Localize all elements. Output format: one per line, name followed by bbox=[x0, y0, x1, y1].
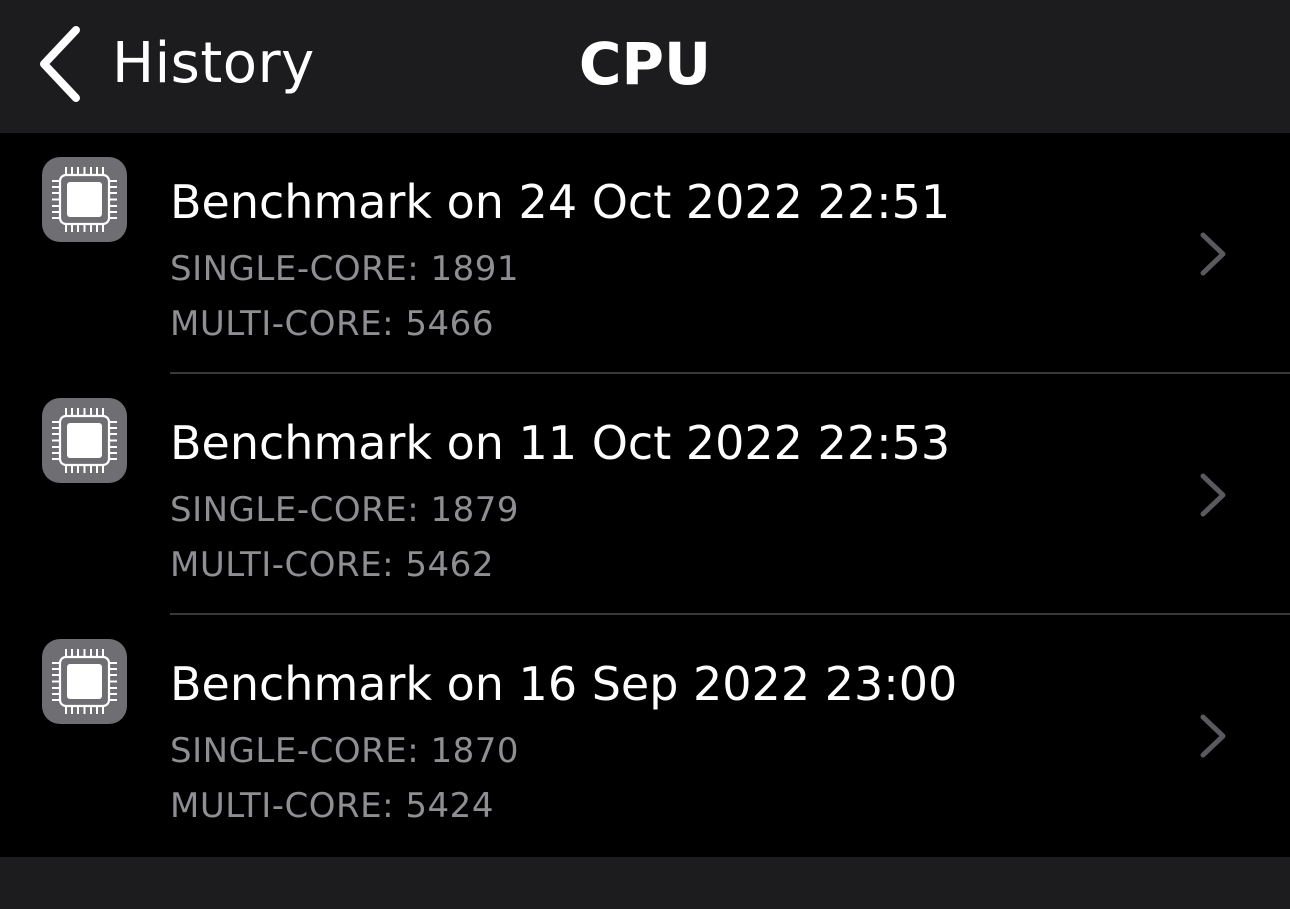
benchmark-row[interactable]: Benchmark on 24 Oct 2022 22:51 SINGLE-CO… bbox=[0, 133, 1290, 374]
multi-core-score: MULTI-CORE: 5466 bbox=[170, 304, 494, 344]
multi-core-score: MULTI-CORE: 5424 bbox=[170, 786, 494, 826]
screen: History CPU Benchmark on 24 Oct 2022 22:… bbox=[0, 0, 1290, 909]
page-title: CPU bbox=[578, 30, 712, 98]
multi-core-score: MULTI-CORE: 5462 bbox=[170, 545, 494, 585]
benchmark-list: Benchmark on 24 Oct 2022 22:51 SINGLE-CO… bbox=[0, 133, 1290, 857]
single-core-score: SINGLE-CORE: 1870 bbox=[170, 731, 519, 771]
navigation-bar: History CPU bbox=[0, 0, 1290, 133]
cpu-chip-icon bbox=[42, 157, 127, 242]
benchmark-row[interactable]: Benchmark on 16 Sep 2022 23:00 SINGLE-CO… bbox=[0, 615, 1290, 856]
chevron-right-icon bbox=[1200, 232, 1226, 276]
cpu-chip-icon bbox=[42, 639, 127, 724]
cpu-chip-icon bbox=[42, 398, 127, 483]
benchmark-title: Benchmark on 16 Sep 2022 23:00 bbox=[170, 657, 958, 711]
list-footer bbox=[0, 857, 1290, 909]
chevron-right-icon bbox=[1200, 714, 1226, 758]
benchmark-title: Benchmark on 11 Oct 2022 22:53 bbox=[170, 416, 951, 470]
benchmark-title: Benchmark on 24 Oct 2022 22:51 bbox=[170, 175, 951, 229]
single-core-score: SINGLE-CORE: 1879 bbox=[170, 490, 519, 530]
single-core-score: SINGLE-CORE: 1891 bbox=[170, 249, 519, 289]
chevron-right-icon bbox=[1200, 473, 1226, 517]
benchmark-row[interactable]: Benchmark on 11 Oct 2022 22:53 SINGLE-CO… bbox=[0, 374, 1290, 615]
